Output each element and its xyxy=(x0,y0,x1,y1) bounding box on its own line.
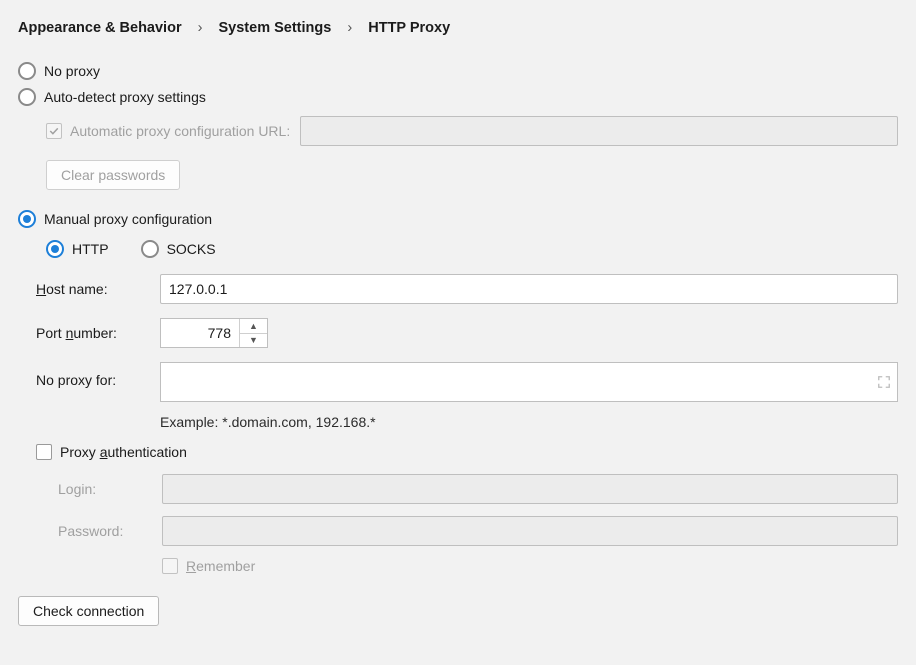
spinner-up-icon[interactable]: ▲ xyxy=(240,319,267,333)
radio-manual[interactable] xyxy=(18,210,36,228)
checkbox-auto-url-label: Automatic proxy configuration URL: xyxy=(70,123,290,139)
no-proxy-for-example: Example: *.domain.com, 192.168.* xyxy=(160,414,898,430)
breadcrumb-item-2: System Settings xyxy=(219,20,332,36)
port-number-spinner[interactable]: 778 ▲ ▼ xyxy=(160,318,268,348)
breadcrumb-item-1: Appearance & Behavior xyxy=(18,20,182,36)
checkbox-proxy-auth[interactable] xyxy=(36,444,52,460)
password-input xyxy=(162,516,898,546)
check-connection-button[interactable]: Check connection xyxy=(18,596,159,626)
chevron-right-icon: › xyxy=(186,20,215,36)
checkbox-remember xyxy=(162,558,178,574)
checkbox-proxy-auth-label[interactable]: Proxy authentication xyxy=(60,444,187,460)
radio-socks[interactable] xyxy=(141,240,159,258)
host-name-label: Host name: xyxy=(36,281,152,297)
checkbox-auto-url xyxy=(46,123,62,139)
radio-no-proxy[interactable] xyxy=(18,62,36,80)
radio-manual-label[interactable]: Manual proxy configuration xyxy=(44,211,212,227)
radio-no-proxy-label[interactable]: No proxy xyxy=(44,63,100,79)
breadcrumb: Appearance & Behavior › System Settings … xyxy=(18,20,898,36)
radio-http[interactable] xyxy=(46,240,64,258)
no-proxy-for-label: No proxy for: xyxy=(36,362,152,388)
radio-socks-label[interactable]: SOCKS xyxy=(167,241,216,257)
chevron-right-icon: › xyxy=(335,20,364,36)
login-input xyxy=(162,474,898,504)
port-number-value[interactable]: 778 xyxy=(161,319,239,347)
host-name-input[interactable] xyxy=(160,274,898,304)
no-proxy-for-input[interactable] xyxy=(160,362,898,402)
radio-auto-detect-label[interactable]: Auto-detect proxy settings xyxy=(44,89,206,105)
expand-icon[interactable] xyxy=(875,366,893,398)
login-label: Login: xyxy=(58,481,154,497)
breadcrumb-item-3: HTTP Proxy xyxy=(368,20,450,36)
port-number-label: Port number: xyxy=(36,325,152,341)
radio-auto-detect[interactable] xyxy=(18,88,36,106)
auto-url-input xyxy=(300,116,898,146)
clear-passwords-button: Clear passwords xyxy=(46,160,180,190)
password-label: Password: xyxy=(58,523,154,539)
spinner-down-icon[interactable]: ▼ xyxy=(240,333,267,348)
checkbox-remember-label: Remember xyxy=(186,558,255,574)
radio-http-label[interactable]: HTTP xyxy=(72,241,109,257)
